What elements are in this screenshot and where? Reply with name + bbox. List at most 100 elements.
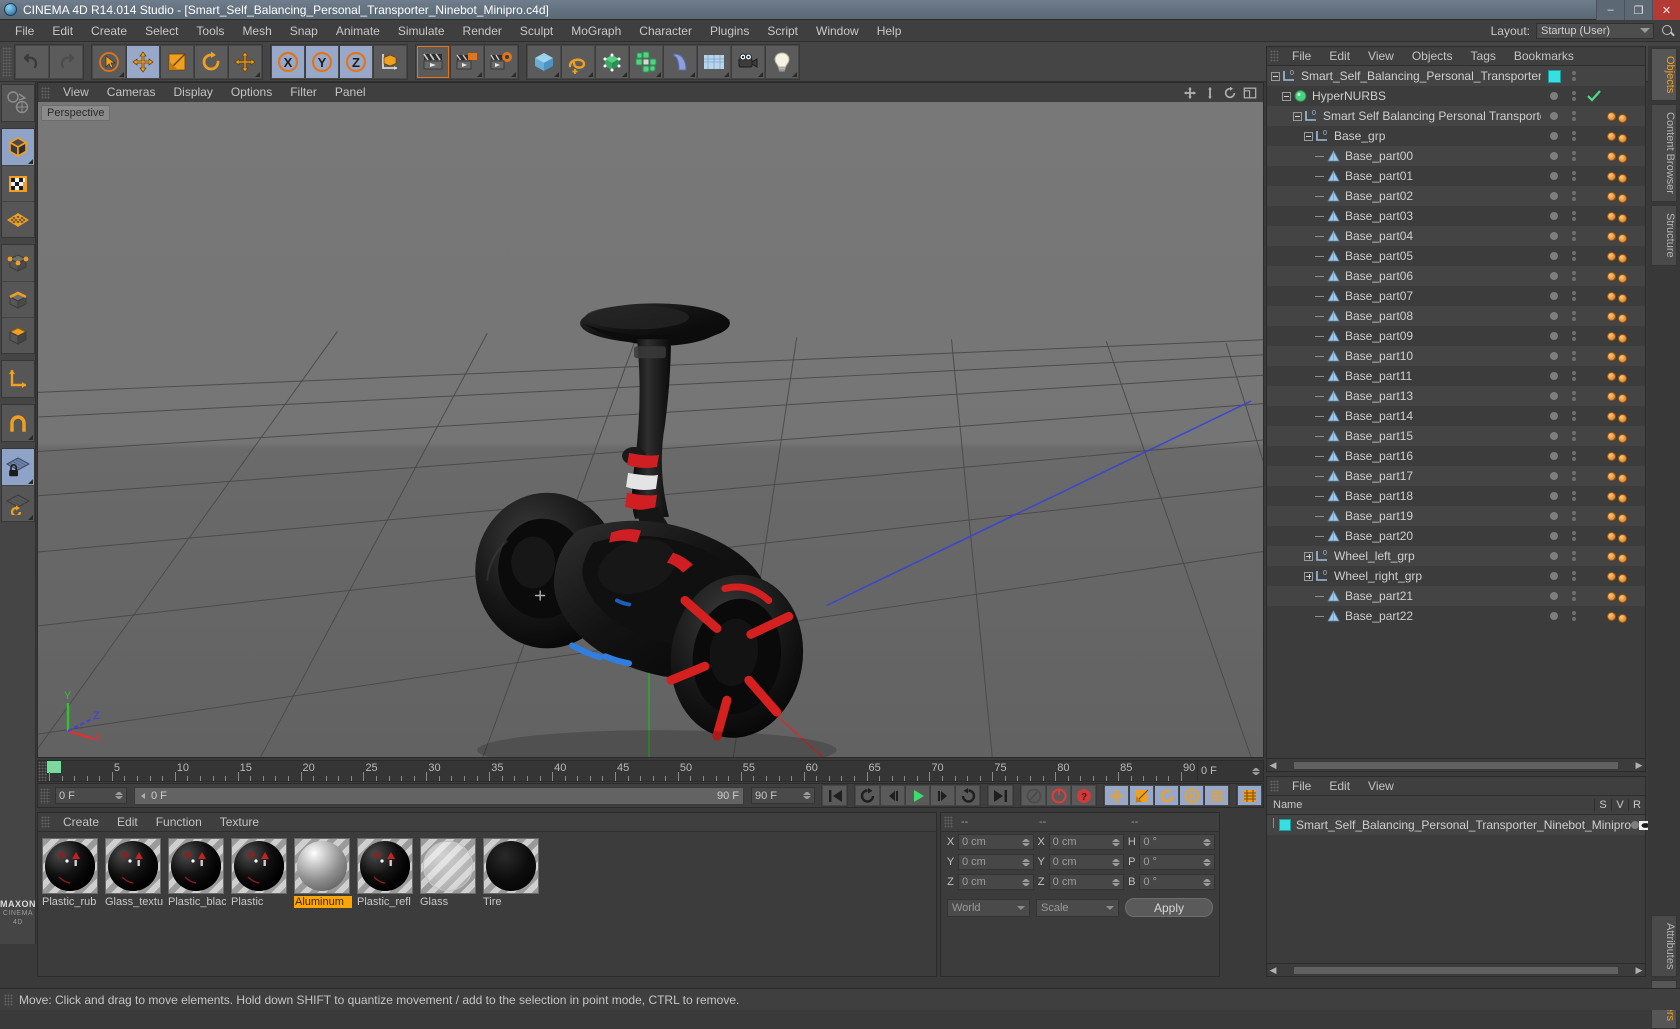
- object-layer-swatch[interactable]: [1541, 172, 1567, 180]
- coord-spinner[interactable]: [1021, 878, 1030, 886]
- menu-script[interactable]: Script: [758, 20, 807, 42]
- timeline-track[interactable]: 0 5 10 15 20 25 30 35 40 45 50 55 60 65 70 75 80 85 90: [47, 761, 1197, 781]
- object-layer-swatch[interactable]: [1541, 572, 1567, 580]
- object-visibility-dots[interactable]: [1567, 171, 1581, 181]
- object-visibility-dots[interactable]: [1567, 611, 1581, 621]
- coord-rotation-field[interactable]: 0 °: [1139, 854, 1216, 870]
- editor-visibility-dot[interactable]: [1572, 511, 1576, 515]
- object-visibility-dots[interactable]: [1567, 131, 1581, 141]
- material-item[interactable]: Aluminum: [294, 838, 354, 908]
- object-row[interactable]: 0 Smart Self Balancing Personal Transport…: [1267, 106, 1645, 126]
- object-axis-icon[interactable]: [1, 361, 34, 397]
- search-icon[interactable]: [1660, 23, 1676, 39]
- menu-tools[interactable]: Tools: [187, 20, 233, 42]
- object-visibility-dots[interactable]: [1567, 591, 1581, 601]
- object-visibility-dots[interactable]: [1567, 391, 1581, 401]
- editor-visibility-dot[interactable]: [1572, 571, 1576, 575]
- viewport-menu-filter[interactable]: Filter: [281, 83, 326, 102]
- model-mode-icon[interactable]: [1, 129, 34, 165]
- coord-spinner[interactable]: [1021, 838, 1030, 846]
- editor-visibility-dot[interactable]: [1572, 351, 1576, 355]
- render-visibility-dot[interactable]: [1572, 237, 1576, 241]
- object-row[interactable]: Base_part10: [1267, 346, 1645, 366]
- object-layer-swatch[interactable]: [1541, 92, 1567, 100]
- coord-spinner[interactable]: [1203, 838, 1212, 846]
- layer-solo-cell[interactable]: [1631, 821, 1640, 829]
- timeline-range-scrollbar[interactable]: 0 F 90 F: [134, 786, 744, 805]
- object-material-tags[interactable]: [1607, 469, 1643, 483]
- object-layer-swatch[interactable]: [1541, 292, 1567, 300]
- menu-select[interactable]: Select: [136, 20, 187, 42]
- select-tool-icon[interactable]: [92, 44, 126, 79]
- object-layer-swatch[interactable]: [1541, 492, 1567, 500]
- editor-visibility-dot[interactable]: [1572, 91, 1576, 95]
- toolbar-grip[interactable]: [2, 46, 12, 77]
- material-thumbnail[interactable]: [168, 838, 224, 894]
- render-visibility-dot[interactable]: [1572, 477, 1576, 481]
- material-tag-icon[interactable]: [1618, 574, 1627, 583]
- material-tag-icon[interactable]: [1618, 454, 1627, 463]
- floor-environment-icon[interactable]: [697, 44, 731, 79]
- object-material-tags[interactable]: [1607, 589, 1643, 603]
- object-visibility-dots[interactable]: [1567, 151, 1581, 161]
- material-name[interactable]: Plastic_refl: [357, 896, 415, 908]
- end-frame-spinner[interactable]: [803, 792, 811, 799]
- material-item[interactable]: Glass: [420, 838, 480, 908]
- step-forward-button[interactable]: [930, 785, 955, 806]
- render-visibility-dot[interactable]: [1572, 357, 1576, 361]
- object-layer-swatch[interactable]: [1541, 132, 1567, 140]
- material-tag-icon[interactable]: [1618, 254, 1627, 263]
- editor-visibility-dot[interactable]: [1572, 251, 1576, 255]
- render-visibility-dot[interactable]: [1572, 497, 1576, 501]
- spline-icon[interactable]: [561, 44, 595, 79]
- material-tag-icon[interactable]: [1607, 151, 1616, 161]
- object-material-tags[interactable]: [1607, 509, 1643, 523]
- editor-visibility-dot[interactable]: [1572, 491, 1576, 495]
- material-tag-icon[interactable]: [1607, 111, 1616, 121]
- object-material-tags[interactable]: [1607, 409, 1643, 423]
- object-visibility-dots[interactable]: [1567, 471, 1581, 481]
- render-visibility-dot[interactable]: [1572, 377, 1576, 381]
- object-material-tags[interactable]: [1607, 569, 1643, 583]
- coord-spinner[interactable]: [1203, 878, 1212, 886]
- array-icon[interactable]: [629, 44, 663, 79]
- lock-z-axis-icon[interactable]: Z: [339, 44, 373, 79]
- object-layer-swatch[interactable]: [1541, 452, 1567, 460]
- collapse-icon[interactable]: [1304, 131, 1313, 141]
- editor-visibility-dot[interactable]: [1572, 371, 1576, 375]
- object-menu-bookmarks[interactable]: Bookmarks: [1505, 47, 1583, 66]
- object-layer-swatch[interactable]: [1541, 212, 1567, 220]
- points-mode-icon[interactable]: [1, 245, 34, 281]
- move-tool-icon[interactable]: [126, 44, 160, 79]
- world-coordinates-icon[interactable]: [373, 44, 407, 79]
- object-menu-view[interactable]: View: [1359, 47, 1403, 66]
- layout-dropdown[interactable]: Startup (User): [1536, 22, 1654, 39]
- visibility-dot[interactable]: [1550, 92, 1558, 100]
- current-frame-spinner[interactable]: [115, 792, 123, 799]
- object-row[interactable]: Base_part00: [1267, 146, 1645, 166]
- material-tag-icon[interactable]: [1607, 391, 1616, 401]
- object-visibility-dots[interactable]: [1567, 211, 1581, 221]
- render-visibility-dot[interactable]: [1572, 397, 1576, 401]
- layer-menu-edit[interactable]: Edit: [1320, 777, 1359, 796]
- object-material-tags[interactable]: [1607, 289, 1643, 303]
- material-thumbnail[interactable]: [105, 838, 161, 894]
- material-tag-icon[interactable]: [1618, 214, 1627, 223]
- object-material-tags[interactable]: [1607, 389, 1643, 403]
- editor-visibility-dot[interactable]: [1572, 531, 1576, 535]
- side-tab-structure[interactable]: Structure: [1651, 205, 1677, 266]
- material-tag-icon[interactable]: [1607, 351, 1616, 361]
- coord-spinner[interactable]: [1021, 858, 1030, 866]
- side-tab-objects[interactable]: Objects: [1651, 48, 1677, 102]
- material-tag-icon[interactable]: [1618, 534, 1627, 543]
- object-visibility-dots[interactable]: [1567, 511, 1581, 521]
- lock-y-axis-icon[interactable]: Y: [305, 44, 339, 79]
- lock-workplane-icon[interactable]: [1, 449, 34, 485]
- material-tag-icon[interactable]: [1607, 231, 1616, 241]
- collapse-icon[interactable]: [1293, 111, 1302, 121]
- object-material-tags[interactable]: [1607, 549, 1643, 563]
- material-tag-icon[interactable]: [1607, 511, 1616, 521]
- hypernurbs-icon[interactable]: [595, 44, 629, 79]
- object-visibility-dots[interactable]: [1567, 571, 1581, 581]
- key-parameter-icon[interactable]: P: [1179, 785, 1204, 806]
